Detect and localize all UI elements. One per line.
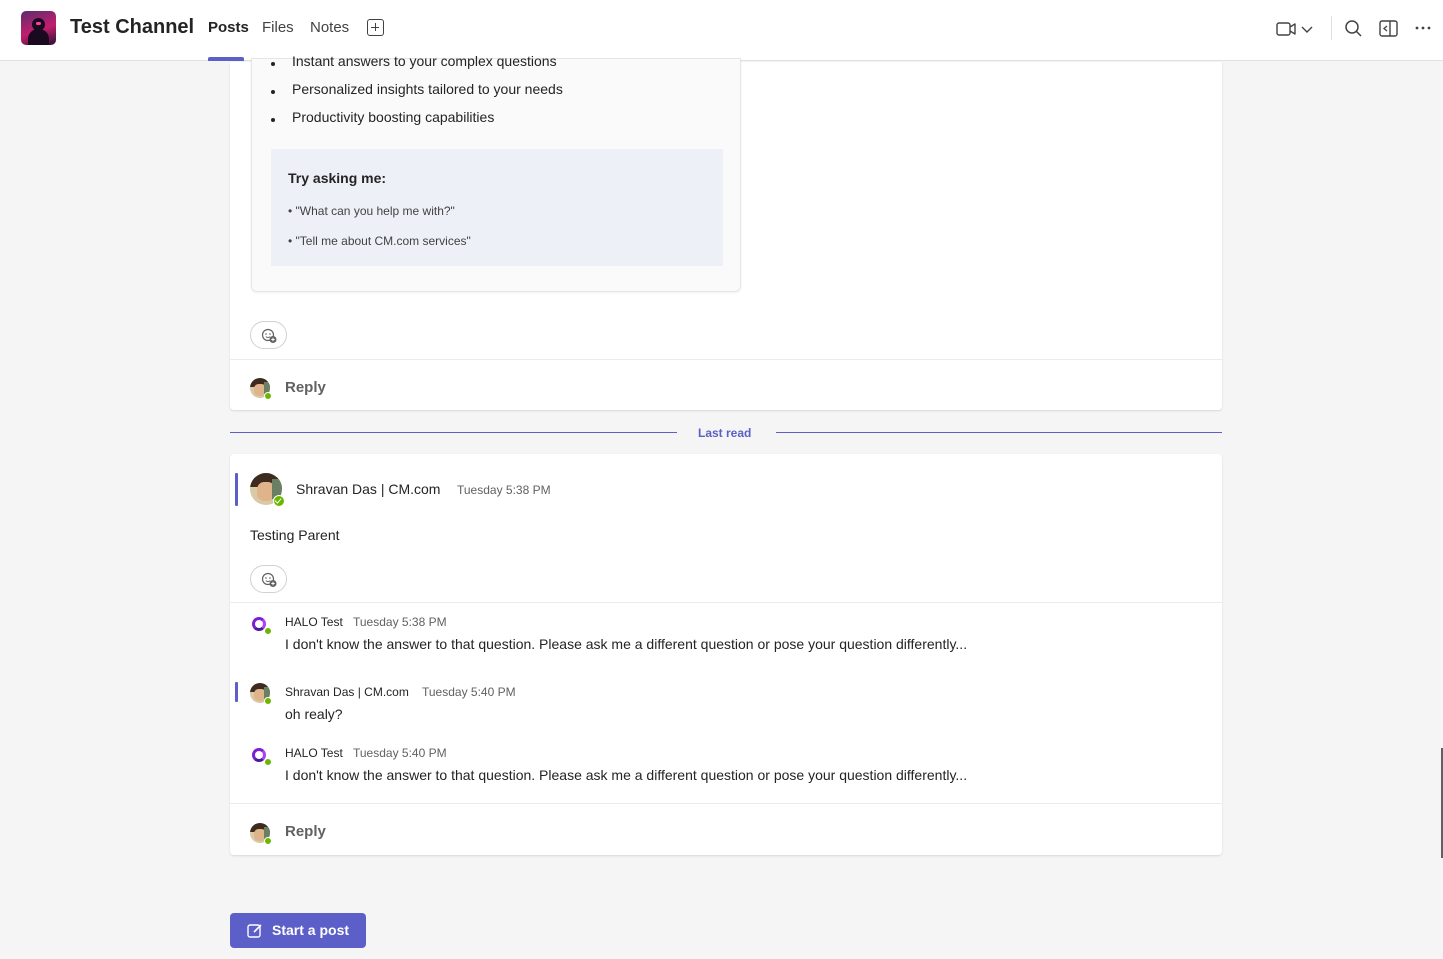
reply-author[interactable]: HALO Test [285, 615, 343, 629]
reply-row[interactable]: Reply [230, 804, 1222, 854]
header-divider [1331, 16, 1332, 40]
unread-indicator [235, 473, 238, 506]
reply-author[interactable]: Shravan Das | CM.com [285, 685, 409, 699]
last-read-label: Last read [698, 426, 752, 440]
channel-avatar[interactable] [21, 11, 56, 45]
presence-available-icon [264, 758, 272, 766]
suggestion-item: • "Tell me about CM.com services" [288, 234, 471, 248]
search-icon[interactable] [1341, 16, 1367, 42]
reply-timestamp: Tuesday 5:38 PM [353, 615, 447, 629]
side-panel-icon[interactable] [1376, 16, 1402, 42]
add-reaction-button[interactable] [250, 565, 287, 593]
message-text: Testing Parent [250, 527, 340, 543]
presence-available-icon [264, 392, 272, 400]
suggestions-box: Try asking me: • "What can you help me w… [271, 149, 723, 266]
reply-author[interactable]: HALO Test [285, 746, 343, 760]
add-reaction-button[interactable] [250, 321, 287, 349]
post-card-bot: Instant answers to your complex question… [230, 53, 1222, 410]
last-read-line [230, 432, 677, 433]
reply-text: I don't know the answer to that question… [285, 767, 968, 783]
replies-separator [230, 602, 1222, 603]
adaptive-card: Instant answers to your complex question… [251, 53, 741, 292]
presence-available-icon [264, 697, 272, 705]
bullet-icon [271, 90, 275, 94]
add-reaction-icon [261, 328, 277, 343]
last-read-line [776, 432, 1222, 433]
suggestion-item: • "What can you help me with?" [288, 204, 455, 218]
tab-files[interactable]: Files [262, 19, 294, 36]
compose-icon [247, 924, 262, 938]
bullet-icon [271, 62, 275, 66]
reply-button[interactable]: Reply [285, 823, 326, 840]
presence-available-icon [264, 627, 272, 635]
bullet-item: Instant answers to your complex question… [292, 53, 557, 69]
more-options-icon[interactable] [1411, 16, 1437, 42]
reply-text: I don't know the answer to that question… [285, 636, 968, 652]
reply-timestamp: Tuesday 5:40 PM [353, 746, 447, 760]
suggestions-title: Try asking me: [288, 170, 387, 186]
bullet-item: Personalized insights tailored to your n… [292, 81, 563, 97]
presence-available-icon [264, 837, 272, 845]
bullet-item: Productivity boosting capabilities [292, 109, 495, 125]
reply-timestamp: Tuesday 5:40 PM [422, 685, 516, 699]
bullet-icon [271, 118, 275, 122]
presence-available-icon [273, 495, 285, 507]
active-tab-indicator [208, 57, 244, 61]
reply-row[interactable]: Reply [230, 360, 1222, 410]
start-post-label: Start a post [272, 922, 350, 938]
tab-notes[interactable]: Notes [310, 19, 349, 36]
chevron-down-icon[interactable] [1297, 16, 1323, 42]
timestamp: Tuesday 5:38 PM [457, 483, 551, 497]
add-reaction-icon [261, 572, 277, 587]
reply-button[interactable]: Reply [285, 379, 326, 396]
channel-title: Test Channel [70, 16, 195, 38]
tab-posts[interactable]: Posts [208, 19, 249, 36]
channel-header: Test Channel Posts Files Notes [0, 0, 1443, 61]
start-post-button[interactable]: Start a post [230, 913, 366, 948]
post-card-thread: Shravan Das | CM.com Tuesday 5:38 PM Tes… [230, 454, 1222, 855]
add-tab-icon[interactable] [367, 19, 384, 36]
reply-text: oh realy? [285, 706, 343, 722]
author-name[interactable]: Shravan Das | CM.com [296, 481, 440, 497]
unread-indicator [235, 682, 238, 702]
